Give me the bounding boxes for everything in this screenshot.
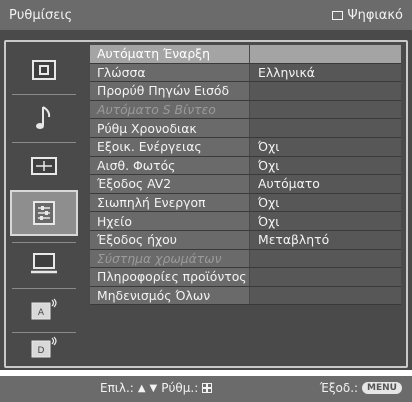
setup-icon [33,201,55,225]
menu-row-value [250,119,401,137]
menu-row-label: Γλώσσα [90,63,249,82]
menu-row: Αυτόματο S Βίντεο [90,100,401,120]
menu-row-value: Αυτόματο [250,175,401,193]
menu-button[interactable]: MENU [362,382,402,394]
svg-text:D: D [38,346,45,356]
sound-icon [36,106,51,129]
menu-row-label: Προρύθ Πηγών Εισόδ [90,82,249,100]
up-arrow-icon: ▲ [137,382,146,394]
menu-row[interactable]: Ρύθμ Χρονοδιακ [90,119,401,138]
menu-row[interactable]: Ηχείο Όχι [90,212,401,231]
title-bar: Ρυθμίσεις Ψηφιακό [0,0,412,30]
menu-row-label: Αυτόματη Έναρξη [90,45,249,63]
menu-row-value: Όχι [250,212,401,230]
menu-row[interactable]: Γλώσσα Ελληνικά [90,63,401,83]
menu-row[interactable]: Εξοικ. Ενέργειας Όχι [90,137,401,157]
navigation-hint: Επιλ.: ▲ ▼ Ρύθμ.: [100,381,213,395]
menu-row-value: Ελληνικά [250,63,401,82]
menu-row[interactable]: Αυτόματη Έναρξη [90,45,401,64]
sidebar-item-setup[interactable] [10,190,78,236]
menu-row-label: Εξοικ. Ενέργειας [90,137,249,156]
set-hint-label: Ρύθμ.: [161,381,199,395]
sidebar-item-pc[interactable] [10,244,78,284]
settings-menu: Αυτόματη Έναρξη Γλώσσα Ελληνικά Προρύθ Πηγώ… [90,45,401,306]
menu-row-value [250,82,401,100]
sidebar-item-analog-settings[interactable]: A [10,290,78,330]
menu-row-value: Όχι [250,137,401,156]
input-source: Ψηφιακό [332,8,403,23]
menu-row-label: Έξοδος AV2 [90,175,249,193]
menu-row-label: Σιωπηλή Ενεργοπ [90,193,249,212]
footer-bar: Επιλ.: ▲ ▼ Ρύθμ.: Έξοδ.: MENU [0,376,412,402]
menu-row-label: Πληροφορίες προϊόντος [90,268,249,286]
menu-row-label: Μηδενισμός Όλων [90,286,249,305]
menu-row-label: Αισθ. Φωτός [90,156,249,175]
menu-row-value: Μεταβλητό [250,230,401,249]
sidebar-item-picture[interactable] [10,50,78,90]
menu-row-label: Σύστημα χρωμάτων [90,249,249,268]
menu-row-value [250,249,401,268]
page-title: Ρυθμίσεις [9,7,73,23]
menu-row[interactable]: Προρύθ Πηγών Εισόδ [90,82,401,101]
menu-row-value [250,100,401,119]
menu-row: Σύστημα χρωμάτων [90,249,401,269]
menu-row-label: Έξοδος ήχου [90,230,249,249]
picture-icon [32,60,56,80]
menu-row-value: Όχι [250,156,401,175]
menu-row[interactable]: Πληροφορίες προϊόντος [90,268,401,287]
sidebar-item-digital-settings[interactable]: D [10,328,78,368]
select-hint-label: Επιλ.: [100,381,134,395]
menu-row[interactable]: Αισθ. Φωτός Όχι [90,156,401,176]
menu-row-value [250,268,401,286]
menu-row-value [250,45,401,63]
category-sidebar: A D [6,42,82,366]
enter-icon [202,383,213,393]
menu-row-value [250,286,401,305]
menu-row-label: Ηχείο [90,212,249,230]
exit-hint: Έξοδ.: MENU [320,381,402,395]
down-arrow-icon: ▼ [149,382,158,394]
screen-icon [31,157,57,175]
pc-icon [31,253,57,274]
menu-row[interactable]: Έξοδος AV2 Αυτόματο [90,175,401,194]
menu-row-label: Ρύθμ Χρονοδιακ [90,119,249,137]
source-icon [332,10,344,20]
analog-settings-icon: A [31,298,57,320]
sidebar-item-screen[interactable] [10,146,78,186]
svg-text:A: A [38,308,45,318]
menu-row[interactable]: Έξοδος ήχου Μεταβλητό [90,230,401,250]
exit-hint-label: Έξοδ.: [319,381,359,395]
menu-row[interactable]: Σιωπηλή Ενεργοπ Όχι [90,193,401,213]
input-source-label: Ψηφιακό [347,7,403,23]
menu-row[interactable]: Μηδενισμός Όλων [90,286,401,306]
digital-settings-icon: D [31,336,57,358]
sidebar-item-sound[interactable] [10,98,78,138]
menu-row-value: Όχι [250,193,401,212]
menu-row-label: Αυτόματο S Βίντεο [90,100,249,119]
